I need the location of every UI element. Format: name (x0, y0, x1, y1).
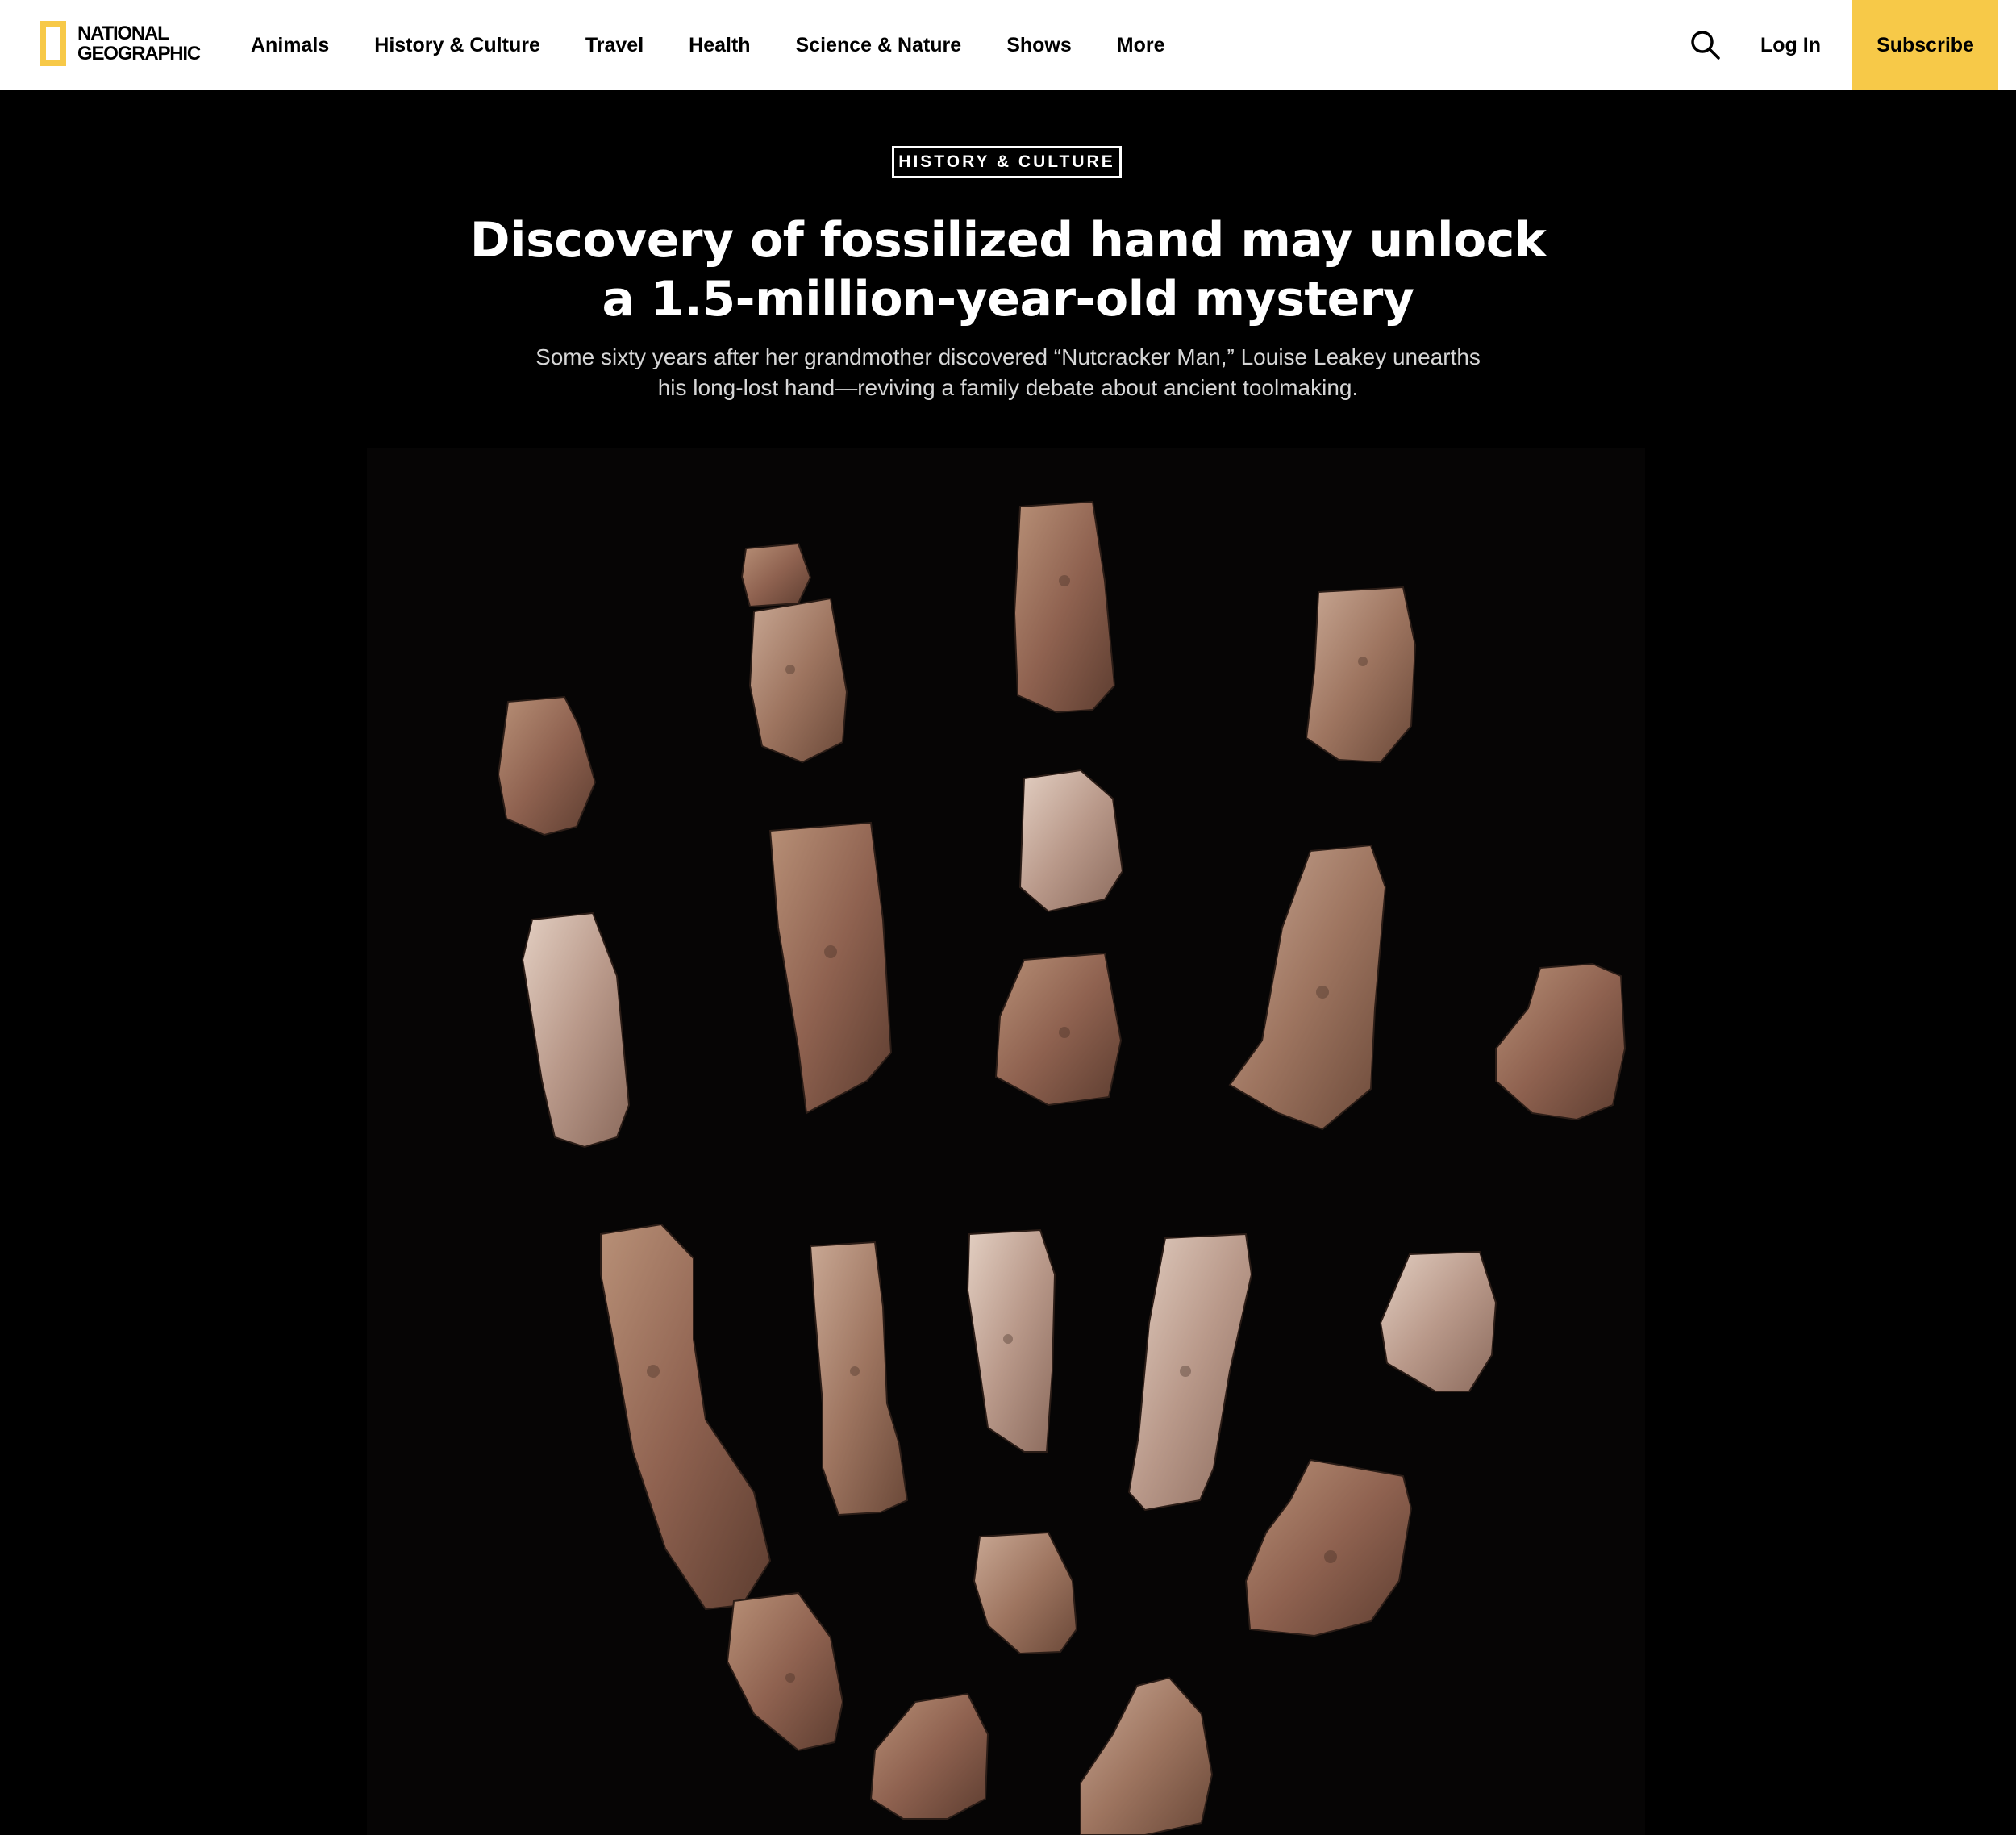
fossil-bone (973, 1531, 1078, 1655)
fossil-bone (1244, 1458, 1413, 1637)
yellow-border-icon (40, 21, 66, 66)
search-button[interactable] (1688, 27, 1723, 63)
fossil-bone (600, 1223, 772, 1611)
nav-item-health[interactable]: Health (689, 34, 750, 57)
article-headline: Discovery of fossilized hand may unlock … (403, 211, 1613, 329)
fossil-bone (1080, 1676, 1214, 1835)
subscribe-button[interactable]: Subscribe (1852, 0, 1998, 90)
fossil-bone (740, 542, 812, 608)
fossil-bone (994, 952, 1123, 1107)
dek-line-2: his long-lost hand—reviving a family deb… (657, 375, 1359, 400)
fossil-bone (748, 597, 848, 764)
category-tag[interactable]: HISTORY & CULTURE (892, 146, 1122, 178)
fossil-bone (1305, 586, 1417, 764)
nav-item-animals[interactable]: Animals (251, 34, 329, 57)
headline-line-2: a 1.5-million-year-old mystery (602, 271, 1414, 327)
nav-item-history-culture[interactable]: History & Culture (374, 34, 540, 57)
article-dek: Some sixty years after her grandmother d… (500, 342, 1516, 403)
fossil-bone (768, 821, 893, 1115)
fossil-bone (1018, 769, 1124, 913)
fossil-bone (809, 1241, 909, 1516)
nav-item-science-nature[interactable]: Science & Nature (796, 34, 962, 57)
fossil-bone (1379, 1250, 1497, 1392)
primary-nav: Animals History & Culture Travel Health … (251, 0, 1210, 90)
search-icon (1691, 31, 1720, 60)
fossil-bone (1228, 844, 1387, 1131)
headline-line-1: Discovery of fossilized hand may unlock (469, 212, 1547, 269)
logo-line-1: NATIONAL (77, 23, 169, 44)
fossil-bone (1495, 962, 1627, 1121)
fossil-bone (869, 1692, 989, 1820)
nav-item-travel[interactable]: Travel (585, 34, 644, 57)
login-link[interactable]: Log In (1760, 0, 1821, 90)
dek-line-1: Some sixty years after her grandmother d… (535, 344, 1481, 369)
nav-item-more[interactable]: More (1117, 34, 1165, 57)
fossil-bone (726, 1591, 844, 1752)
logo-wordmark: NATIONAL GEOGRAPHIC (77, 23, 201, 65)
fossil-bone (497, 695, 597, 836)
fossil-hand-illustration (497, 500, 1627, 1835)
logo-line-2: GEOGRAPHIC (77, 43, 201, 65)
site-header: NATIONAL GEOGRAPHIC Animals History & Cu… (0, 0, 2016, 90)
fossil-bone (1013, 500, 1116, 714)
hero-image-fossil-hand (367, 448, 1645, 1835)
nav-item-shows[interactable]: Shows (1006, 34, 1072, 57)
fossil-bone (521, 911, 631, 1149)
